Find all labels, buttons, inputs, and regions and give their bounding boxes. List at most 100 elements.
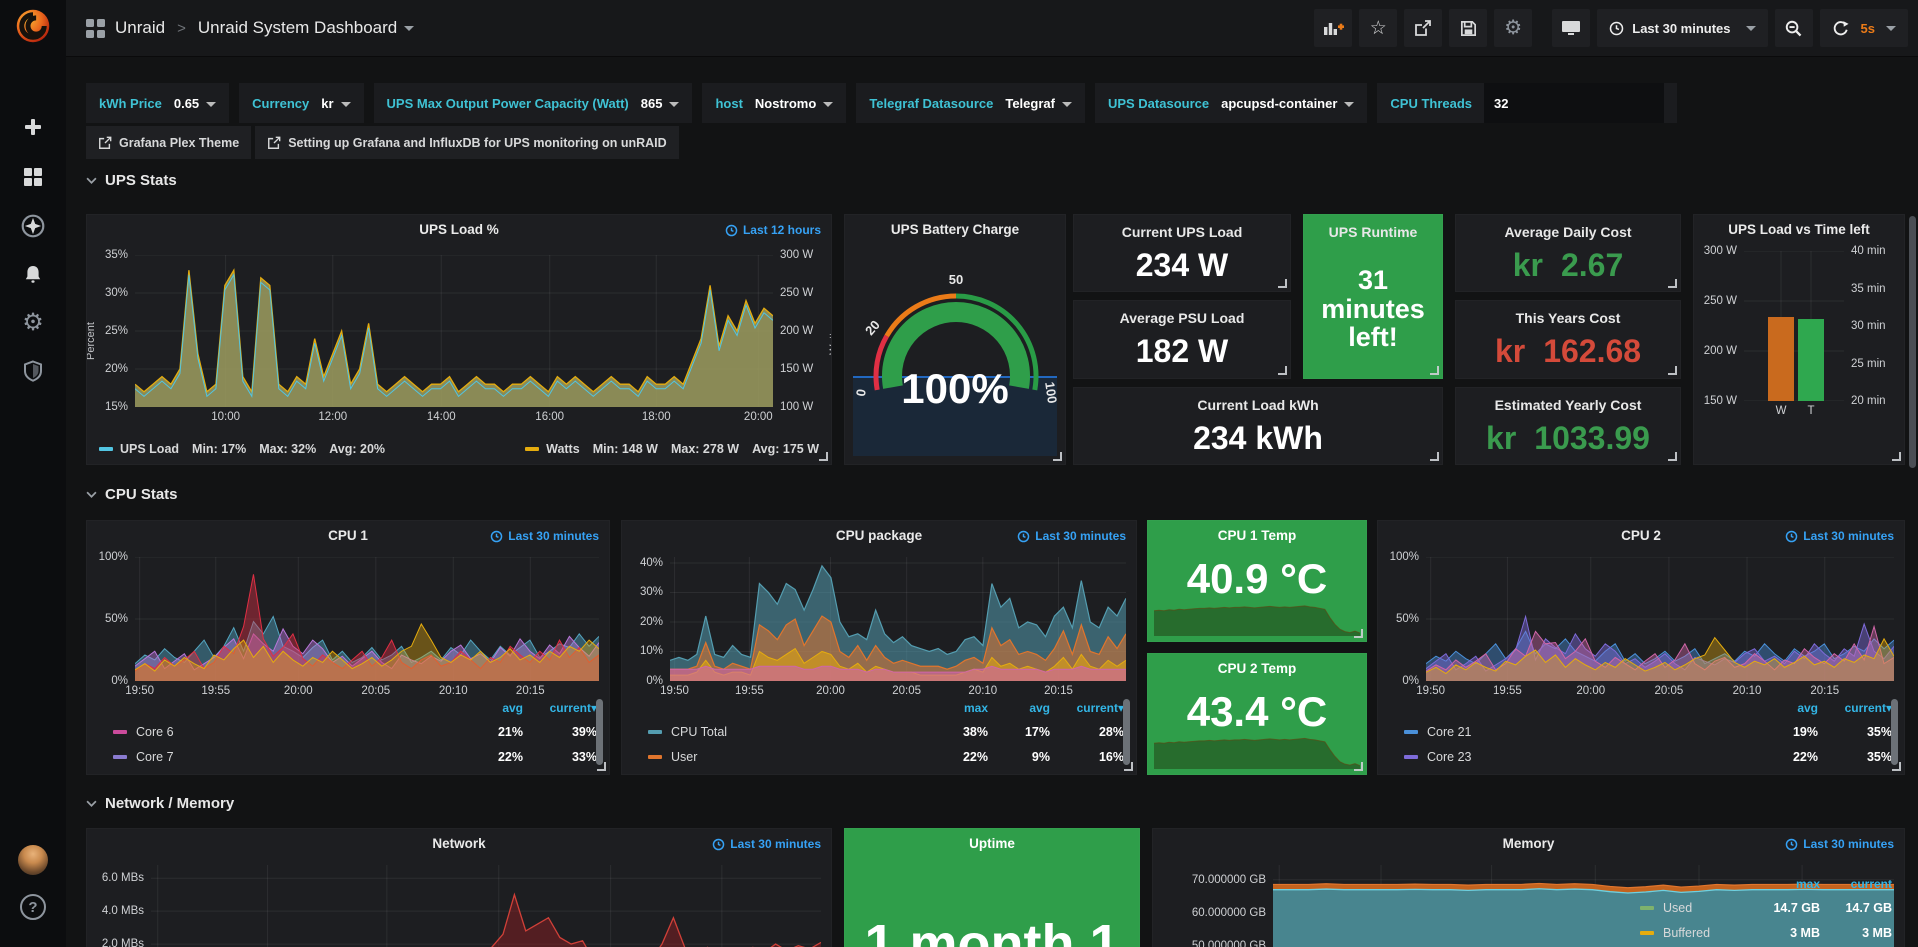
panel-time-override[interactable]: Last 30 minutes (1785, 529, 1894, 543)
legend-column-header[interactable]: avg (988, 701, 1050, 715)
dashboard-link[interactable]: Grafana Plex Theme (86, 126, 251, 159)
stat-value-text: 162.68 (1543, 335, 1641, 369)
panel-title[interactable]: UPS Load vs Time left (1702, 222, 1896, 237)
shield-admin-icon[interactable] (19, 357, 47, 385)
legend-series-name[interactable]: Core 7 (136, 750, 461, 764)
breadcrumb-dashboard-title[interactable]: Unraid System Dashboard (198, 18, 414, 38)
stat-title[interactable]: Average Daily Cost (1504, 224, 1631, 240)
variable-kwh-price[interactable]: kWh Price0.65 (86, 83, 229, 123)
panel-title[interactable]: Uptime (885, 836, 1099, 851)
section-ups-stats[interactable]: UPS Stats (86, 172, 177, 189)
dashboard-link[interactable]: Setting up Grafana and InfluxDB for UPS … (255, 126, 678, 159)
grafana-logo[interactable] (13, 6, 53, 46)
legend-scrollbar[interactable] (1891, 699, 1898, 765)
legend-column-header[interactable]: current▾ (1050, 701, 1124, 715)
gear-configuration-icon[interactable]: ⚙ (19, 309, 47, 337)
legend-series-name[interactable]: Core 23 (1427, 750, 1756, 764)
legend-series-name[interactable]: Core 6 (136, 725, 461, 739)
legend-column-header[interactable]: current (1820, 877, 1892, 891)
zoom-out-button[interactable] (1775, 9, 1813, 47)
variable-cpu-threads[interactable]: CPU Threads (1377, 83, 1677, 123)
save-dashboard-button[interactable] (1449, 9, 1487, 47)
panel-title[interactable]: UPS Battery Charge (885, 222, 1025, 237)
stat-title[interactable]: Average PSU Load (1120, 310, 1245, 326)
time-range-picker[interactable]: Last 30 minutes (1597, 9, 1767, 47)
section-cpu-stats[interactable]: CPU Stats (86, 486, 178, 503)
y-axis-tick: 50.000000 GB (1192, 940, 1266, 947)
panel-title[interactable]: UPS Load % (127, 222, 791, 237)
y-axis-tick: 200 W (1704, 345, 1737, 357)
variable-label: UPS Datasource (1108, 96, 1209, 111)
panel-title[interactable]: CPU 1 Temp (1188, 528, 1326, 543)
panel-time-override[interactable]: Last 30 minutes (1785, 837, 1894, 851)
panel-title[interactable]: Memory (1193, 836, 1864, 851)
variable-input[interactable] (1484, 83, 1664, 123)
panel-time-override[interactable]: Last 12 hours (725, 223, 821, 237)
variable-value[interactable]: 0.65 (174, 96, 216, 111)
apps-grid-icon[interactable] (86, 19, 105, 38)
panel-time-override[interactable]: Last 30 minutes (712, 837, 821, 851)
panel-title[interactable]: CPU 2 Temp (1188, 661, 1326, 676)
tv-kiosk-button[interactable] (1552, 9, 1590, 47)
stat-title[interactable]: Current Load kWh (1197, 397, 1318, 413)
legend-column-header[interactable]: current▾ (523, 701, 597, 715)
variable-telegraf-datasource[interactable]: Telegraf DatasourceTelegraf (856, 83, 1085, 123)
section-network-memory[interactable]: Network / Memory (86, 795, 234, 812)
x-axis-tick: 20:05 (361, 685, 390, 697)
panel-cpu-2: CPU 2 Last 30 minutes 100%50%0%19:5019:5… (1377, 520, 1905, 775)
variable-value[interactable]: 865 (641, 96, 680, 111)
stat-panel: Average PSU Load182 W (1073, 300, 1291, 378)
legend-column-header[interactable]: current▾ (1818, 701, 1892, 715)
add-panel-button[interactable] (1314, 9, 1352, 47)
legend-series-name[interactable]: Buffered (1663, 926, 1748, 940)
dashboards-icon[interactable] (19, 163, 47, 191)
x-axis-tick: 19:50 (660, 685, 689, 697)
bell-alerting-icon[interactable] (19, 261, 47, 289)
page-scrollbar[interactable] (1909, 216, 1916, 468)
legend-series-name[interactable]: UPS Load (120, 442, 179, 456)
x-axis-tick: 20:00 (284, 685, 313, 697)
panel-time-override[interactable]: Last 30 minutes (1017, 529, 1126, 543)
share-dashboard-button[interactable] (1404, 9, 1442, 47)
y-axis-tick: 35 min (1851, 283, 1886, 295)
panel-title[interactable]: Network (127, 836, 791, 851)
legend-series-name[interactable]: Core 21 (1427, 725, 1756, 739)
breadcrumb-folder[interactable]: Unraid (115, 18, 165, 38)
stat-title[interactable]: This Years Cost (1516, 310, 1621, 326)
legend-scrollbar[interactable] (596, 699, 603, 765)
help-icon[interactable]: ? (20, 894, 46, 920)
variable-value[interactable]: kr (321, 96, 350, 111)
legend-series-name[interactable]: Watts (546, 442, 580, 456)
star-dashboard-button[interactable]: ☆ (1359, 9, 1397, 47)
plus-icon[interactable] (19, 113, 47, 141)
legend-series-name[interactable]: User (671, 750, 926, 764)
variable-currency[interactable]: Currencykr (239, 83, 363, 123)
stat-value-prefix: kr (1513, 249, 1543, 283)
legend-marker (1640, 931, 1654, 935)
legend-value: 38% (926, 725, 988, 739)
stat-title[interactable]: Current UPS Load (1122, 224, 1243, 240)
legend-marker (648, 755, 662, 759)
panel-time-override[interactable]: Last 30 minutes (490, 529, 599, 543)
user-avatar[interactable] (18, 845, 48, 875)
stat-title[interactable]: UPS Runtime (1329, 224, 1418, 240)
dashboard-settings-button[interactable]: ⚙ (1494, 9, 1532, 47)
stat-title[interactable]: Estimated Yearly Cost (1495, 397, 1642, 413)
variable-ups-datasource[interactable]: UPS Datasource apcupsd-container (1095, 83, 1367, 123)
legend-row: Used14.7 GB14.7 GB (1624, 895, 1892, 920)
variable-value[interactable]: Nostromo (755, 96, 833, 111)
legend-scrollbar[interactable] (1123, 699, 1130, 765)
y-axis-tick: 20% (640, 616, 663, 628)
legend-series-name[interactable]: CPU Total (671, 725, 926, 739)
compass-explore-icon[interactable] (19, 212, 47, 240)
refresh-picker[interactable]: 5s (1820, 9, 1908, 47)
legend-column-header[interactable]: avg (1756, 701, 1818, 715)
variable-ups-max-output-power-capacity-watt-[interactable]: UPS Max Output Power Capacity (Watt)865 (374, 83, 693, 123)
legend-column-header[interactable]: max (1748, 877, 1820, 891)
variable-host[interactable]: hostNostromo (702, 83, 846, 123)
legend-column-header[interactable]: max (926, 701, 988, 715)
variable-value[interactable]: apcupsd-container (1221, 96, 1354, 111)
variable-value[interactable]: Telegraf (1005, 96, 1072, 111)
legend-column-header[interactable]: avg (461, 701, 523, 715)
legend-series-name[interactable]: Used (1663, 901, 1748, 915)
